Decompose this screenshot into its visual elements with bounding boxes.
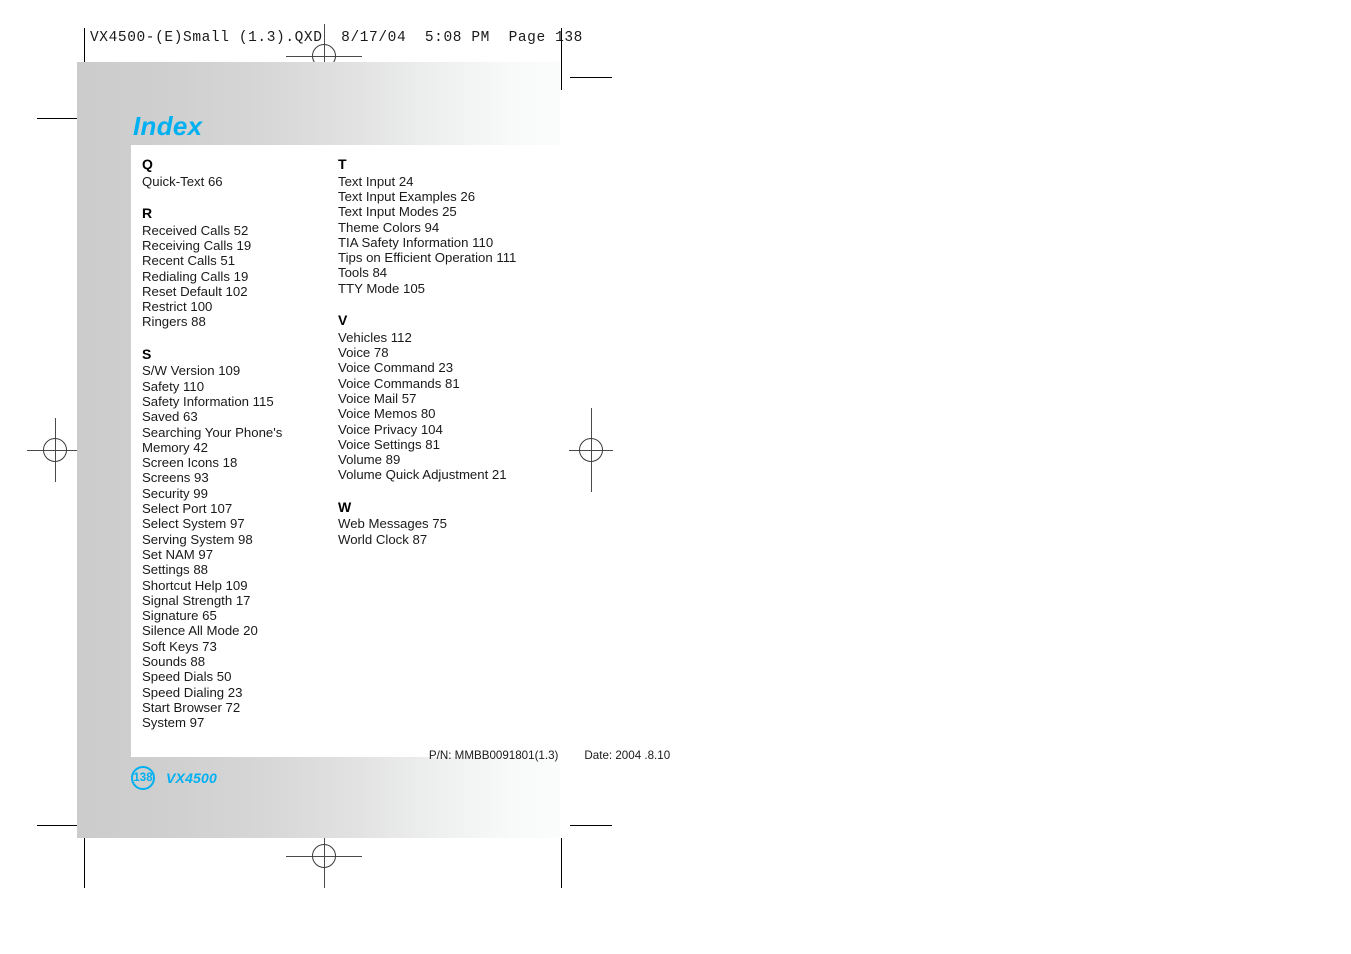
- index-entry: Safety Information 115: [142, 393, 274, 409]
- index-entry: Voice Commands 81: [338, 375, 460, 391]
- index-entry: Tips on Efficient Operation 111: [338, 250, 517, 266]
- index-section-letter: T: [338, 156, 347, 172]
- crop-mark-top-right-vertical: [561, 28, 562, 90]
- index-entry: Voice Mail 57: [338, 390, 417, 406]
- index-entry: Shortcut Help 109: [142, 577, 248, 593]
- index-entry: Serving System 98: [142, 531, 253, 547]
- index-entry: Recent Calls 51: [142, 253, 236, 269]
- index-entry: World Clock 87: [338, 531, 428, 547]
- index-entry: Voice 78: [338, 345, 389, 361]
- index-group-t: T Text Input 24 Text Input Examples 26 Text…: [338, 156, 553, 296]
- index-entry: Voice Settings 81: [338, 436, 440, 452]
- index-section-letter: W: [338, 498, 352, 515]
- index-entry: Vehicles 112: [338, 329, 412, 345]
- index-entry: Text Input Modes 25: [338, 204, 457, 220]
- index-entry: Screen Icons 18: [142, 455, 238, 471]
- page-footer: 138 VX4500: [131, 766, 217, 790]
- index-entry: Set NAM 97: [142, 546, 214, 562]
- index-entry: Select Port 107: [142, 501, 233, 517]
- index-entry: Start Browser 72: [142, 699, 241, 715]
- index-group-s: S S/W Version 109 Safety 110 Safety Informa…: [142, 345, 332, 731]
- index-group-r: R Received Calls 52 Receiving Calls 19 Rece…: [142, 204, 332, 330]
- imprint-part-number: P/N: MMBB0091801(1.3): [428, 749, 559, 762]
- index-entry: System 97: [142, 715, 205, 731]
- index-entry: Voice Privacy 104: [338, 421, 443, 437]
- index-entry: Voice Command 23: [338, 360, 454, 376]
- index-entry: Text Input Examples 26: [338, 188, 476, 204]
- index-entry: Reset Default 102: [142, 283, 248, 299]
- index-entry: Theme Colors 94: [338, 219, 440, 235]
- index-entry: Silence All Mode 20: [142, 623, 258, 639]
- index-entry: Speed Dials 50: [142, 669, 232, 685]
- imprint-date: Date: 2004 .8.10: [584, 749, 671, 762]
- crop-mark-bottom-right-vertical: [561, 838, 562, 888]
- index-entry: TTY Mode 105: [338, 280, 425, 296]
- index-entry: Searching Your Phone's Memory 42: [142, 424, 283, 455]
- index-entry: Select System 97: [142, 516, 245, 532]
- index-entry: Web Messages 75: [338, 516, 447, 532]
- index-section-letter: S: [142, 345, 152, 362]
- page-title: Index: [133, 111, 203, 141]
- index-entry: Volume Quick Adjustment 21: [338, 467, 507, 483]
- index-content-panel: Q Quick-Text 66 R Received Calls 52 Receivin…: [131, 145, 670, 762]
- index-entry: Speed Dialing 23: [142, 684, 243, 700]
- index-entry: Receiving Calls 19: [142, 237, 252, 253]
- index-entry: Quick-Text 66: [142, 173, 223, 189]
- index-section-letter: R: [142, 204, 153, 221]
- index-entry: Signal Strength 17: [142, 592, 251, 608]
- index-entry: Signature 65: [142, 608, 217, 624]
- index-entry: Voice Memos 80: [338, 406, 436, 422]
- crop-mark-top-right-horizontal: [570, 77, 612, 78]
- index-entry: Text Input 24: [338, 173, 414, 189]
- index-entry: S/W Version 109: [142, 363, 241, 379]
- index-group-q: Q Quick-Text 66: [142, 156, 332, 189]
- imprint-line: P/N: MMBB0091801(1.3) Date: 2004 .8.10: [416, 736, 670, 775]
- index-entry: Safety 110: [142, 378, 205, 394]
- index-entry: Security 99: [142, 485, 208, 501]
- index-entry: Redialing Calls 19: [142, 268, 249, 284]
- index-group-v: V Vehicles 112 Voice 78 Voice Command 23 Voi…: [338, 312, 553, 483]
- index-entry: Saved 63: [142, 409, 198, 425]
- index-group-w: W Web Messages 75 World Clock 87: [338, 498, 553, 547]
- index-column-2: T Text Input 24 Text Input Examples 26 Text…: [338, 156, 553, 547]
- index-entry: Ringers 88: [142, 314, 206, 330]
- prepress-header-line: VX4500-(E)Small (1.3).QXD 8/17/04 5:08 P…: [90, 30, 583, 46]
- index-entry: Volume 89: [338, 452, 401, 468]
- index-entry: Tools 84: [338, 265, 388, 281]
- page-number-badge: 138: [131, 766, 155, 790]
- crop-mark-bottom-right-horizontal: [570, 825, 612, 826]
- crop-mark-bottom-left-vertical: [84, 838, 85, 888]
- index-entry: Screens 93: [142, 470, 209, 486]
- index-entry: TIA Safety Information 110: [338, 234, 494, 250]
- index-section-letter: Q: [142, 156, 154, 172]
- footer-model-name: VX4500: [166, 770, 218, 786]
- index-entry: Soft Keys 73: [142, 638, 217, 654]
- index-section-letter: V: [338, 312, 348, 329]
- index-entry: Settings 88: [142, 562, 208, 578]
- index-entry: Restrict 100: [142, 299, 213, 315]
- index-entry: Received Calls 52: [142, 222, 249, 238]
- index-entry: Sounds 88: [142, 654, 206, 670]
- index-column-1: Q Quick-Text 66 R Received Calls 52 Receivin…: [142, 156, 332, 731]
